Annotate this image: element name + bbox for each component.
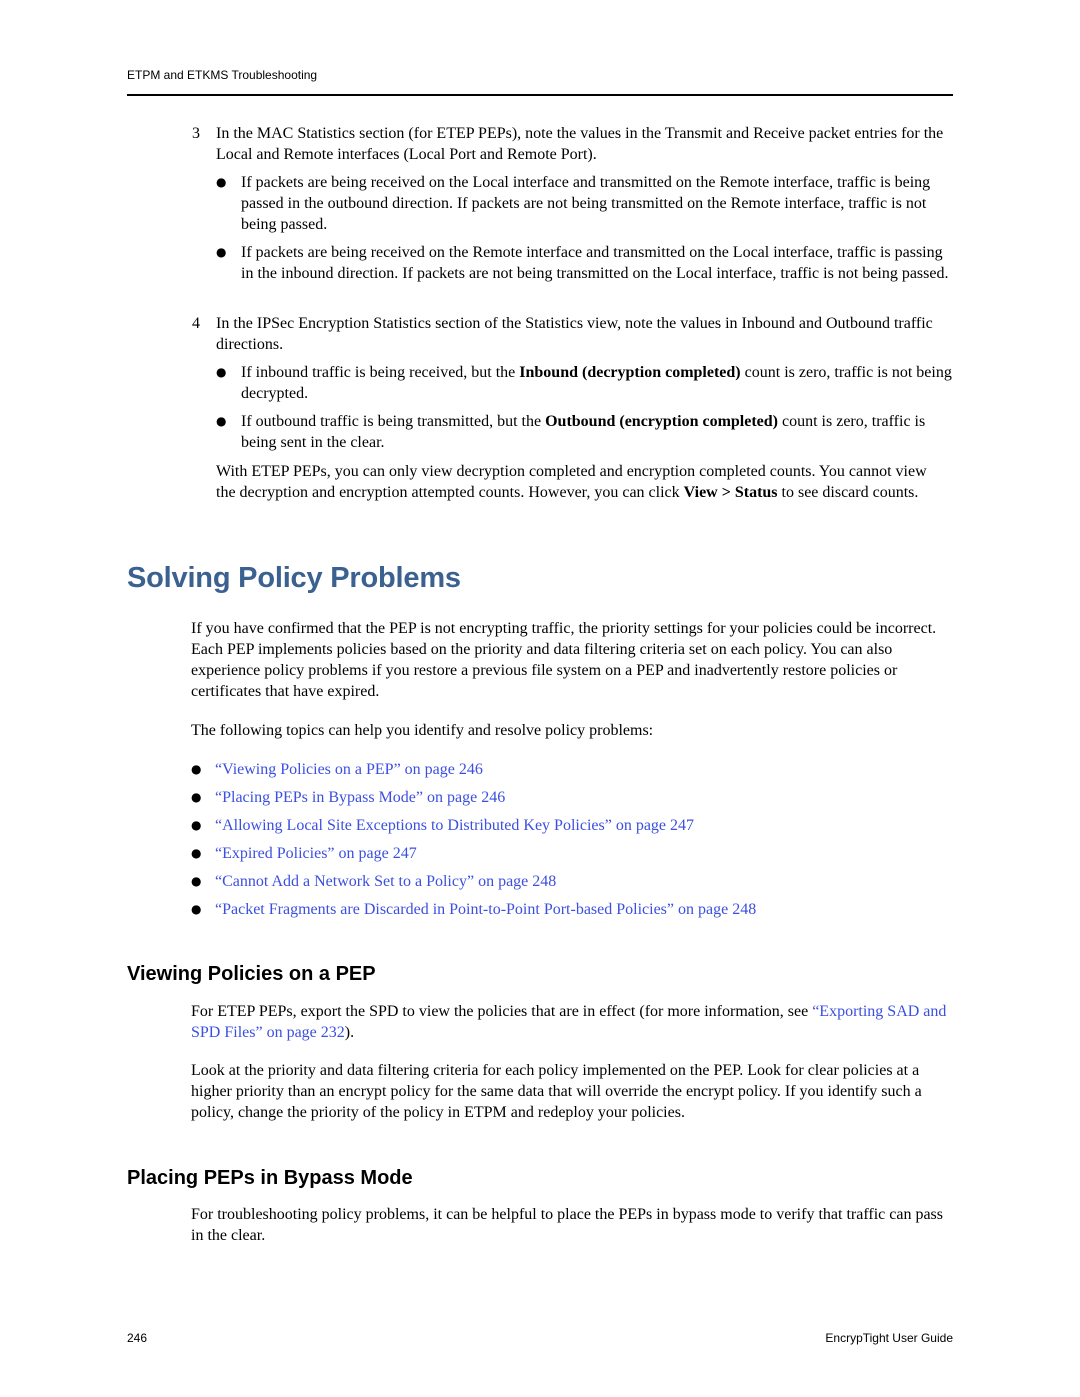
step-note: With ETEP PEPs, you can only view decryp… bbox=[216, 463, 927, 501]
step-text: In the MAC Statistics section (for ETEP … bbox=[216, 125, 944, 163]
page-number: 246 bbox=[127, 1331, 148, 1345]
bullet-icon: ● bbox=[191, 902, 202, 916]
bullet-icon: ● bbox=[191, 874, 202, 888]
guide-title: EncrypTight User Guide bbox=[825, 1331, 953, 1345]
bullet-text: If inbound traffic is being received, bu… bbox=[241, 364, 952, 402]
list-item: ● If packets are being received on the L… bbox=[216, 172, 956, 235]
step-number: 4 bbox=[192, 315, 200, 332]
topic-link-packet-fragments[interactable]: “Packet Fragments are Discarded in Point… bbox=[215, 901, 756, 918]
viewing-policies-para-1: For ETEP PEPs, export the SPD to view th… bbox=[191, 1003, 947, 1041]
bullet-icon: ● bbox=[216, 365, 227, 379]
header-rule bbox=[127, 94, 953, 96]
viewing-policies-para-2: Look at the priority and data filtering … bbox=[191, 1062, 922, 1121]
step-3: 3 In the MAC Statistics section (for ETE… bbox=[192, 123, 952, 165]
bold-term: Outbound (encryption completed) bbox=[545, 413, 778, 430]
topic-item: ● “Placing PEPs in Bypass Mode” on page … bbox=[191, 787, 891, 808]
topic-link-expired-policies[interactable]: “Expired Policies” on page 247 bbox=[215, 845, 417, 862]
bullet-icon: ● bbox=[216, 414, 227, 428]
subsection-title-bypass-mode: Placing PEPs in Bypass Mode bbox=[127, 1167, 413, 1189]
list-item: ● If inbound traffic is being received, … bbox=[216, 362, 956, 404]
bullet-icon: ● bbox=[191, 790, 202, 804]
bullet-icon: ● bbox=[191, 846, 202, 860]
topic-item: ● “Viewing Policies on a PEP” on page 24… bbox=[191, 759, 891, 780]
step-number: 3 bbox=[192, 125, 200, 142]
bold-term: Inbound (decryption completed) bbox=[519, 364, 741, 381]
list-item: ● If packets are being received on the R… bbox=[216, 242, 956, 284]
subsection-title-viewing-policies: Viewing Policies on a PEP bbox=[127, 963, 376, 985]
bullet-icon: ● bbox=[216, 175, 227, 189]
bullet-icon: ● bbox=[216, 245, 227, 259]
topics-lead: The following topics can help you identi… bbox=[191, 722, 654, 739]
topic-link-local-site-exceptions[interactable]: “Allowing Local Site Exceptions to Distr… bbox=[215, 817, 694, 834]
topic-item: ● “Packet Fragments are Discarded in Poi… bbox=[191, 899, 891, 920]
bullet-text: If packets are being received on the Loc… bbox=[241, 174, 931, 233]
section-intro: If you have confirmed that the PEP is no… bbox=[191, 620, 937, 700]
bullet-icon: ● bbox=[191, 818, 202, 832]
bullet-text: If outbound traffic is being transmitted… bbox=[241, 413, 926, 451]
bypass-mode-para-1: For troubleshooting policy problems, it … bbox=[191, 1206, 943, 1244]
topic-item: ● “Allowing Local Site Exceptions to Dis… bbox=[191, 815, 891, 836]
section-title: Solving Policy Problems bbox=[127, 562, 461, 594]
bullet-text: If packets are being received on the Rem… bbox=[241, 244, 949, 282]
topic-link-viewing-policies[interactable]: “Viewing Policies on a PEP” on page 246 bbox=[215, 761, 483, 778]
bullet-icon: ● bbox=[191, 762, 202, 776]
running-header: ETPM and ETKMS Troubleshooting bbox=[127, 68, 318, 82]
step-text: In the IPSec Encryption Statistics secti… bbox=[216, 315, 933, 353]
topic-link-network-set[interactable]: “Cannot Add a Network Set to a Policy” o… bbox=[215, 873, 556, 890]
step-4: 4 In the IPSec Encryption Statistics sec… bbox=[192, 313, 952, 355]
topic-item: ● “Expired Policies” on page 247 bbox=[191, 843, 891, 864]
topic-item: ● “Cannot Add a Network Set to a Policy”… bbox=[191, 871, 891, 892]
menu-path: View > Status bbox=[683, 484, 778, 501]
list-item: ● If outbound traffic is being transmitt… bbox=[216, 411, 956, 453]
topic-link-bypass-mode[interactable]: “Placing PEPs in Bypass Mode” on page 24… bbox=[215, 789, 505, 806]
